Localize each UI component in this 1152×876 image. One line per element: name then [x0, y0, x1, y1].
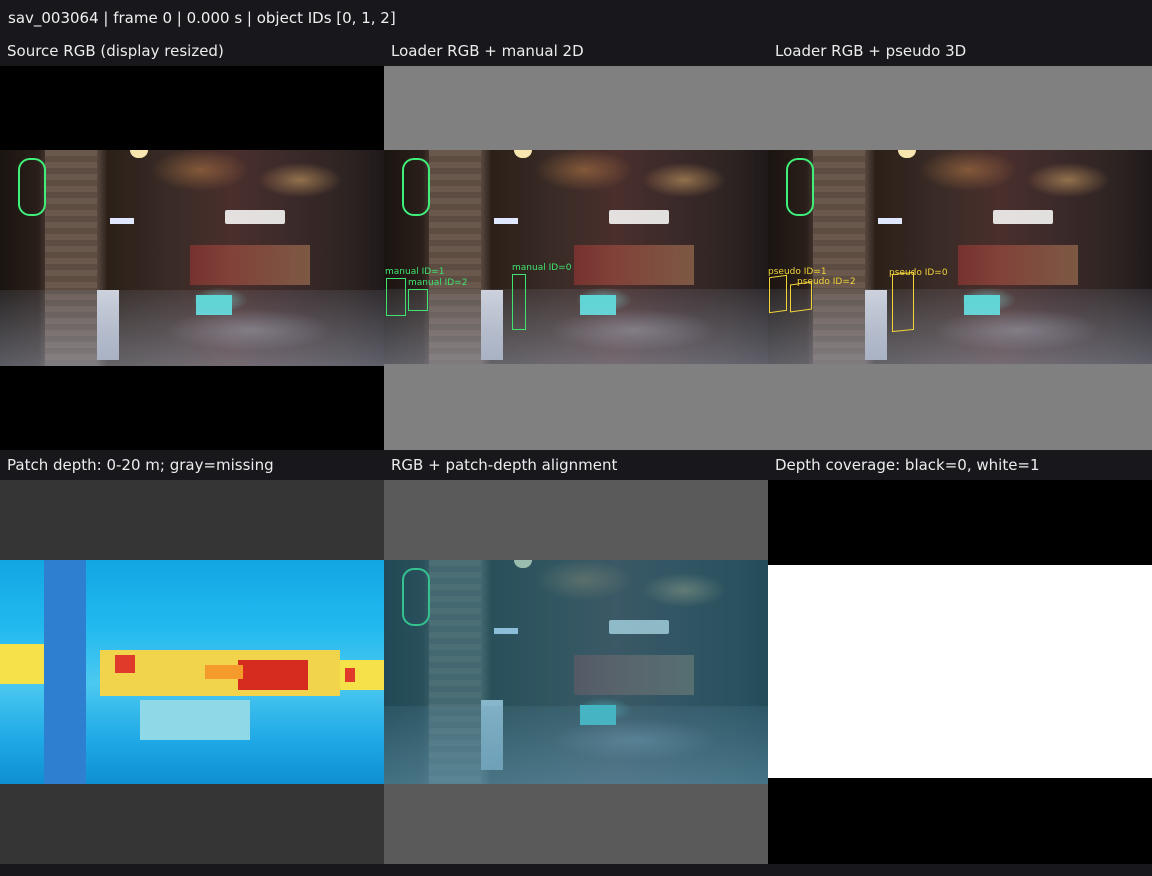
panel-patch-depth: Patch depth: 0-20 m; gray=missing: [0, 450, 384, 864]
ceiling-lamp: [130, 150, 148, 158]
panel-depth-coverage: Depth coverage: black=0, white=1: [768, 450, 1152, 864]
pseudo-box-0: [892, 271, 914, 333]
panel-label: Patch depth: 0-20 m; gray=missing: [0, 450, 384, 480]
shop-front: [190, 245, 310, 285]
ceiling-lamp: [514, 150, 532, 158]
chinese-sign: [993, 210, 1053, 224]
neon-sign: [786, 158, 814, 216]
neon-sign: [18, 158, 46, 216]
panel-depth-alignment: RGB + patch-depth alignment: [384, 450, 768, 864]
pseudo-box-1: [769, 274, 787, 314]
scene-image: [0, 150, 384, 366]
panel-label: Depth coverage: black=0, white=1: [768, 450, 1152, 480]
depth-tint-overlay: [384, 560, 768, 784]
depth-alignment-view: [384, 480, 768, 864]
scene-image: manual ID=1 manual ID=2 manual ID=0: [384, 150, 768, 364]
pseudo-box-label-1: pseudo ID=1: [768, 267, 827, 277]
depth-region: [140, 700, 250, 740]
manual-box-2: [408, 289, 428, 311]
pseudo-box-label-0: pseudo ID=0: [889, 268, 948, 278]
scene-image: pseudo ID=1 pseudo ID=2 pseudo ID=0: [768, 150, 1152, 364]
alignment-image: [384, 560, 768, 784]
panel-label: RGB + patch-depth alignment: [384, 450, 768, 480]
depth-region: [115, 655, 135, 673]
depth-region: [44, 560, 86, 784]
pseudo-box-label-2: pseudo ID=2: [797, 277, 856, 287]
panel-label: Loader RGB + manual 2D: [384, 36, 768, 66]
coverage-region: [768, 565, 1152, 778]
chinese-sign: [609, 210, 669, 224]
shop-front: [574, 245, 694, 285]
source-rgb-view: [0, 66, 384, 450]
manual-box-label-2: manual ID=2: [408, 278, 468, 288]
depth-heatmap: [0, 560, 384, 784]
chinese-sign: [225, 210, 285, 224]
neon-sign: [402, 158, 430, 216]
manual-2d-view: manual ID=1 manual ID=2 manual ID=0: [384, 66, 768, 450]
manual-box-label-0: manual ID=0: [512, 263, 572, 273]
patch-depth-view: [0, 480, 384, 864]
store-sign: [494, 218, 518, 224]
floor: [384, 289, 768, 364]
depth-region: [345, 668, 355, 682]
depth-region: [238, 660, 308, 690]
pseudo-3d-view: pseudo ID=1 pseudo ID=2 pseudo ID=0: [768, 66, 1152, 450]
panel-label: Loader RGB + pseudo 3D: [768, 36, 1152, 66]
manual-box-1: [386, 278, 406, 316]
panel-manual-2d: Loader RGB + manual 2D manual ID=1 manua…: [384, 36, 768, 450]
store-sign: [878, 218, 902, 224]
manual-box-0: [512, 274, 526, 330]
ceiling-lamp: [898, 150, 916, 158]
panel-source-rgb: Source RGB (display resized): [0, 36, 384, 450]
floor: [768, 289, 1152, 364]
frame-info-title: sav_003064 | frame 0 | 0.000 s | object …: [8, 9, 396, 27]
depth-region: [205, 665, 243, 679]
shop-front: [958, 245, 1078, 285]
panel-pseudo-3d: Loader RGB + pseudo 3D pseudo ID=1 pseud…: [768, 36, 1152, 450]
depth-region: [0, 644, 48, 684]
floor: [0, 290, 384, 366]
manual-box-label-1: manual ID=1: [385, 267, 445, 277]
panel-label: Source RGB (display resized): [0, 36, 384, 66]
depth-coverage-view: [768, 480, 1152, 864]
title-bar: sav_003064 | frame 0 | 0.000 s | object …: [0, 0, 1152, 36]
store-sign: [110, 218, 134, 224]
